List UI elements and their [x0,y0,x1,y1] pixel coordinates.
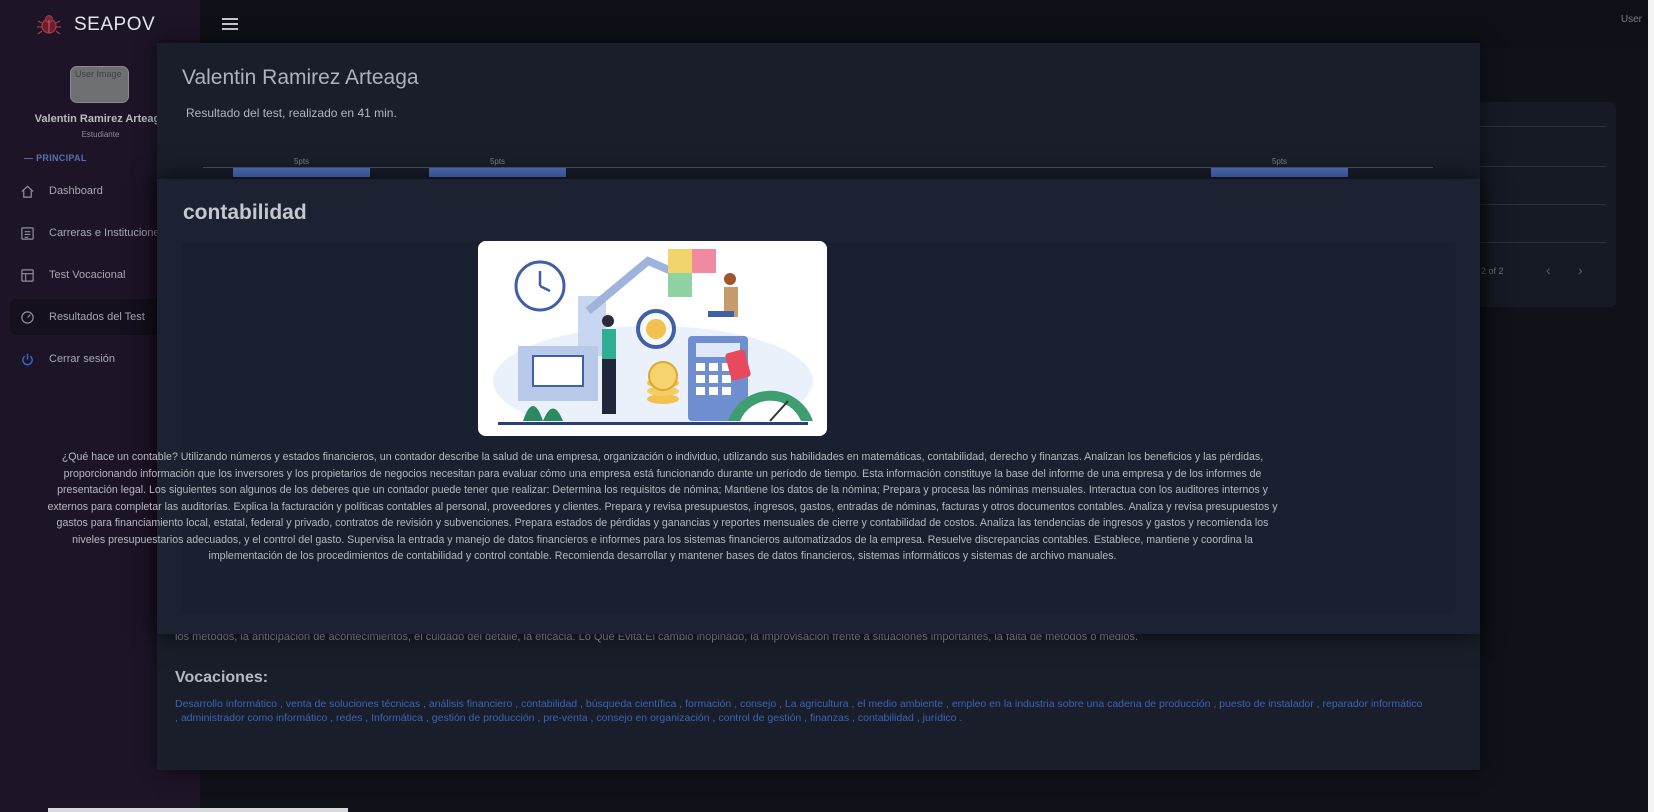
chart-data-label: 5pts [1271,157,1288,166]
sidebar-item-label: Resultados del Test [49,311,145,323]
accounting-illustration-svg [478,241,827,436]
result-dialog-subtitle: Resultado del test, realizado en 41 min. [186,106,397,120]
result-dialog-title: Valentin Ramirez Arteaga [182,66,419,89]
vertical-scrollbar[interactable] [1648,0,1654,812]
sidebar-item-label: Carreras e Instituciones [49,227,166,239]
bug-logo-icon [37,15,61,35]
menu-toggle-icon[interactable] [222,18,238,31]
user-avatar: User Image [70,66,129,103]
chart-data-label: 5pts [293,157,310,166]
sidebar-item-label: Cerrar sesión [49,353,116,365]
chart-bar [1211,168,1348,177]
sidebar-section-label: — PRINCIPAL [24,153,87,163]
vocations-line[interactable]: Desarrollo informático , venta de soluci… [175,698,1422,710]
home-icon [21,185,34,198]
sidebar-item-label: Dashboard [49,185,103,197]
accounting-illustration [478,241,827,436]
career-dialog-title: contabilidad [183,201,307,224]
horizontal-scrollbar[interactable] [48,808,348,812]
table-icon [21,268,34,282]
list-icon [21,226,34,240]
topbar-user-avatar[interactable]: User [1621,14,1642,25]
chart-data-label: 5pts [489,157,506,166]
brand-name: SEAPOV [74,14,156,35]
chevron-right-icon[interactable]: › [1578,262,1583,278]
vocations-line[interactable]: , administrador como informático , redes… [175,712,962,724]
gauge-icon [21,310,34,324]
sidebar-item-label: Test Vocacional [49,269,126,281]
brand[interactable]: SEAPOV [36,12,155,38]
vocations-heading: Vocaciones: [175,669,269,686]
chevron-left-icon[interactable]: ‹ [1546,262,1551,278]
chart-bar [429,168,566,177]
top-bar: User [200,0,1654,48]
power-icon [22,353,33,365]
career-description: ¿Qué hace un contable? Utilizando número… [47,451,1278,562]
vocations-list: Desarrollo informático , venta de soluci… [175,696,1475,712]
chart-bar [233,168,370,177]
